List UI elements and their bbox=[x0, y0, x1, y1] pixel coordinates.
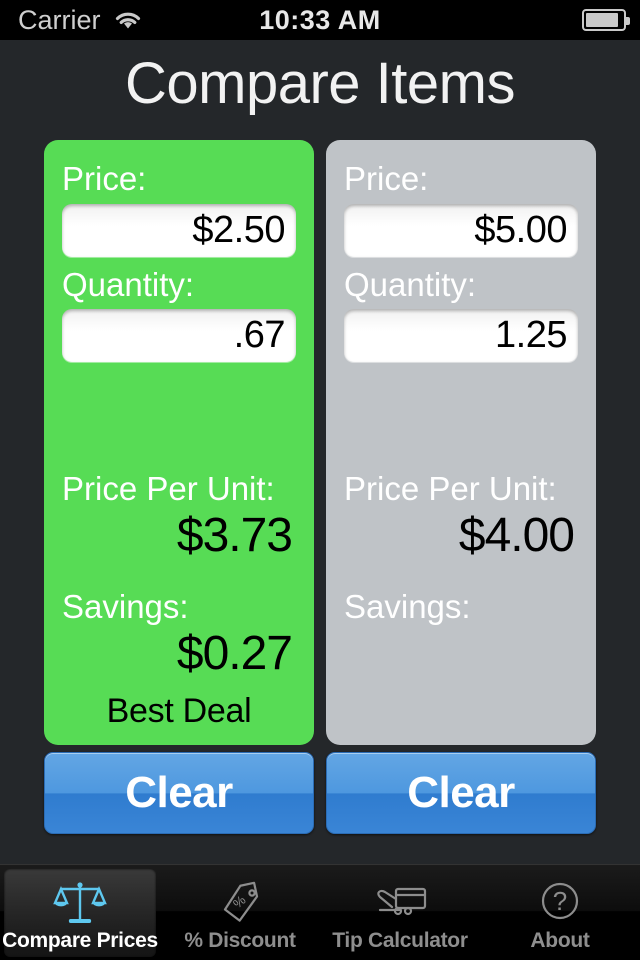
price-per-unit-block-left: Price Per Unit: $3.73 bbox=[62, 470, 296, 564]
compare-cards: Price: $2.50 Quantity: .67 Price Per Uni… bbox=[44, 140, 596, 745]
best-deal-badge-left: Best Deal bbox=[106, 692, 252, 730]
price-per-unit-value-left: $3.73 bbox=[176, 509, 293, 562]
clear-button-right[interactable]: Clear bbox=[326, 752, 596, 834]
tab-compare-prices[interactable]: Compare Prices bbox=[0, 865, 160, 960]
price-label-right: Price: bbox=[344, 160, 429, 197]
status-time: 10:33 AM bbox=[259, 4, 381, 35]
question-mark-circle-icon: ? bbox=[528, 878, 592, 928]
tab-about[interactable]: ? About bbox=[480, 865, 640, 960]
price-per-unit-block-right: Price Per Unit: $4.00 bbox=[344, 470, 578, 564]
savings-label-left: Savings: bbox=[62, 588, 189, 625]
item-card-right: Price: $5.00 Quantity: 1.25 Price Per Un… bbox=[326, 140, 596, 745]
price-tag-icon: % bbox=[208, 878, 272, 928]
clear-buttons-row: Clear Clear bbox=[44, 752, 596, 834]
tab-tip-calculator[interactable]: Tip Calculator bbox=[320, 865, 480, 960]
quantity-input-right[interactable]: 1.25 bbox=[344, 309, 578, 363]
price-input-right[interactable]: $5.00 bbox=[344, 203, 578, 257]
tab-label-tip-calculator: Tip Calculator bbox=[332, 929, 468, 952]
savings-value-left: $0.27 bbox=[176, 627, 293, 680]
tab-label-percent-discount: % Discount bbox=[184, 929, 296, 952]
savings-value-right bbox=[344, 626, 578, 682]
price-per-unit-label-left: Price Per Unit: bbox=[62, 470, 275, 507]
tab-label-compare-prices: Compare Prices bbox=[2, 929, 158, 952]
app-screen: Carrier 10:33 AM Compare Items Price: $2… bbox=[0, 0, 640, 960]
quantity-label-left: Quantity: bbox=[62, 265, 195, 303]
clear-button-left[interactable]: Clear bbox=[44, 752, 314, 834]
best-deal-badge-right bbox=[326, 693, 596, 731]
tab-label-about: About bbox=[530, 929, 590, 952]
savings-block-left: Savings: $0.27 bbox=[62, 588, 296, 682]
tab-percent-discount[interactable]: % % Discount bbox=[160, 865, 320, 960]
savings-label-right: Savings: bbox=[344, 588, 471, 625]
price-label-left: Price: bbox=[62, 160, 147, 197]
credit-card-hand-icon bbox=[368, 878, 432, 928]
page-title: Compare Items bbox=[125, 51, 515, 116]
tab-bar: Compare Prices % % Discount Tip Calculat… bbox=[0, 864, 640, 960]
price-per-unit-value-right: $4.00 bbox=[458, 509, 575, 562]
status-bar: Carrier 10:33 AM bbox=[0, 0, 640, 40]
price-input-left[interactable]: $2.50 bbox=[62, 203, 296, 257]
price-per-unit-label-right: Price Per Unit: bbox=[344, 470, 557, 507]
battery-icon bbox=[582, 9, 630, 31]
quantity-label-right: Quantity: bbox=[344, 265, 477, 303]
quantity-input-left[interactable]: .67 bbox=[62, 309, 296, 363]
balance-scales-icon bbox=[48, 878, 112, 928]
savings-block-right: Savings: bbox=[344, 588, 578, 682]
svg-text:%: % bbox=[230, 892, 249, 911]
item-card-left: Price: $2.50 Quantity: .67 Price Per Uni… bbox=[44, 140, 314, 745]
svg-text:?: ? bbox=[553, 886, 567, 916]
